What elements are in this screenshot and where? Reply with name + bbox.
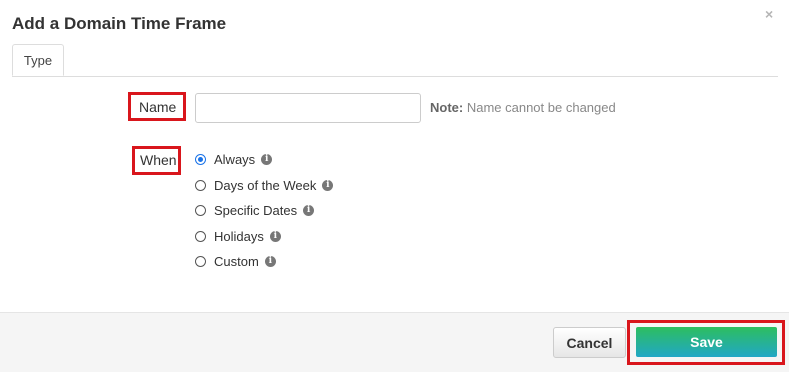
add-time-frame-dialog: Add a Domain Time Frame × Type Name Note… bbox=[0, 0, 789, 372]
radio-button[interactable] bbox=[195, 230, 206, 242]
dialog-title: Add a Domain Time Frame bbox=[12, 14, 227, 33]
radio-option-specific-dates[interactable]: Specific Dates i bbox=[195, 201, 315, 219]
close-icon[interactable]: × bbox=[765, 6, 773, 22]
name-label: Name bbox=[139, 99, 177, 115]
name-note: Note: Name cannot be changed bbox=[430, 100, 616, 115]
radio-label: Holidays bbox=[214, 228, 264, 244]
radio-button[interactable] bbox=[195, 179, 206, 191]
tabs-divider bbox=[12, 76, 778, 77]
radio-label: Days of the Week bbox=[214, 177, 317, 193]
save-button[interactable]: Save bbox=[636, 327, 777, 357]
info-icon[interactable]: i bbox=[322, 179, 334, 191]
radio-option-custom[interactable]: Custom i bbox=[195, 252, 276, 270]
note-text: Name cannot be changed bbox=[463, 100, 616, 115]
radio-button[interactable] bbox=[195, 255, 206, 267]
info-icon[interactable]: i bbox=[264, 255, 276, 267]
note-bold: Note: bbox=[430, 100, 464, 115]
radio-label: Specific Dates bbox=[214, 202, 298, 218]
radio-button-checked[interactable] bbox=[195, 153, 206, 165]
info-icon[interactable]: i bbox=[303, 204, 315, 216]
tab-type[interactable]: Type bbox=[12, 44, 64, 76]
radio-option-holidays[interactable]: Holidays i bbox=[195, 227, 281, 245]
radio-label: Always bbox=[214, 151, 256, 167]
info-icon[interactable]: i bbox=[269, 230, 281, 242]
info-icon[interactable]: i bbox=[261, 153, 273, 165]
radio-label: Custom bbox=[214, 253, 259, 269]
radio-button[interactable] bbox=[195, 204, 206, 216]
when-label: When bbox=[140, 152, 177, 168]
name-input[interactable] bbox=[195, 93, 421, 123]
radio-option-days-of-week[interactable]: Days of the Week i bbox=[195, 176, 334, 194]
radio-option-always[interactable]: Always i bbox=[195, 150, 273, 168]
cancel-button[interactable]: Cancel bbox=[553, 327, 626, 358]
